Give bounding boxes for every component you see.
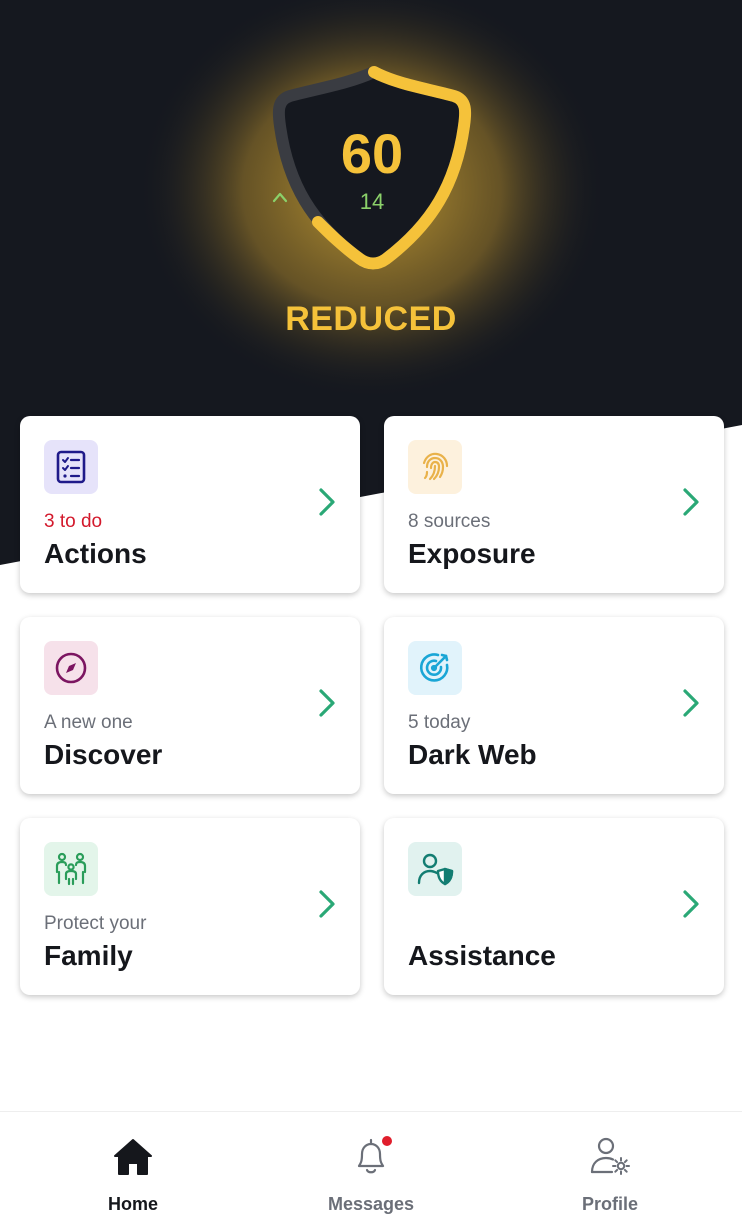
score-delta-value: 14 [359, 189, 385, 214]
chevron-right-icon [683, 488, 699, 516]
card-title: Family [44, 940, 133, 971]
bottom-navigation: Home Messages Profile [0, 1111, 742, 1225]
family-icon [44, 842, 98, 896]
card-title: Discover [44, 739, 163, 770]
card-exposure[interactable]: 8 sources Exposure [384, 416, 724, 593]
target-icon [408, 641, 462, 695]
chevron-right-icon [319, 689, 335, 717]
notification-dot [382, 1136, 392, 1146]
card-subtitle: 5 today [408, 712, 471, 733]
nav-profile-label: Profile [581, 1194, 638, 1214]
fingerprint-icon [408, 440, 462, 494]
nav-home-label: Home [107, 1194, 158, 1214]
nav-profile[interactable]: Profile [530, 1112, 690, 1225]
card-title: Assistance [408, 940, 556, 971]
chevron-right-icon [319, 890, 335, 918]
card-subtitle: 3 to do [44, 511, 103, 532]
nav-messages[interactable]: Messages [291, 1112, 451, 1225]
card-title: Actions [44, 538, 147, 569]
chevron-right-icon [683, 689, 699, 717]
chevron-right-icon [319, 488, 335, 516]
chevron-up-icon [272, 192, 288, 203]
card-actions[interactable]: 3 to do Actions [20, 416, 360, 593]
card-title: Dark Web [408, 739, 537, 770]
risk-status-label: REDUCED [285, 300, 457, 338]
card-dark-web[interactable]: 5 today Dark Web [384, 617, 724, 794]
card-discover[interactable]: A new one Discover [20, 617, 360, 794]
nav-messages-label: Messages [327, 1194, 415, 1214]
score-shield: 60 14 [272, 64, 472, 274]
card-subtitle: Protect your [44, 913, 147, 934]
card-subtitle: 8 sources [408, 511, 491, 532]
user-settings-icon [590, 1137, 630, 1175]
checklist-icon [44, 440, 98, 494]
nav-home[interactable]: Home [53, 1112, 213, 1225]
compass-icon [44, 641, 98, 695]
score-value: 60 [340, 122, 404, 185]
card-family[interactable]: Protect your Family [20, 818, 360, 995]
score-delta: 14 [272, 190, 472, 214]
chevron-right-icon [683, 890, 699, 918]
card-title: Exposure [408, 538, 536, 569]
home-icon [114, 1139, 152, 1175]
user-shield-icon [408, 842, 462, 896]
card-assistance[interactable]: Assistance [384, 818, 724, 995]
card-subtitle: A new one [44, 712, 133, 733]
